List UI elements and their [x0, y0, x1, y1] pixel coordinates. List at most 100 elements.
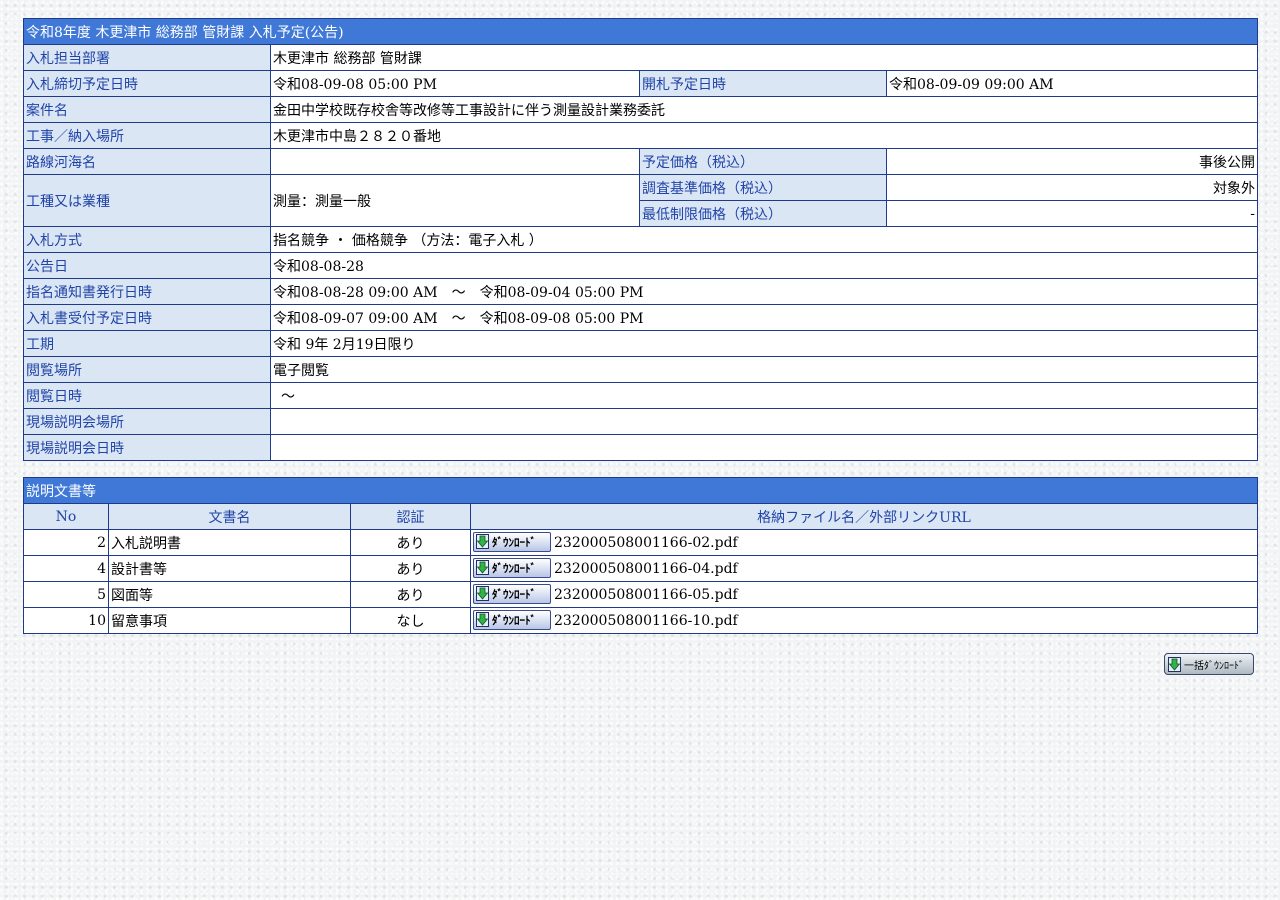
label-route: 路線河海名 [23, 148, 271, 175]
download-arrow-icon [476, 586, 489, 601]
document-file-name: 232000508001166-05.pdf [554, 586, 738, 603]
download-arrow-icon [476, 534, 489, 549]
value-designation: 令和08-08-28 09:00 AM ～ 令和08-09-04 05:00 P… [269, 278, 1259, 305]
value-receipt: 令和08-09-07 09:00 AM ～ 令和08-09-08 05:00 P… [269, 304, 1259, 331]
row-notice-date: 公告日 令和08-08-28 [23, 252, 1259, 279]
value-viewing-time: ～ [269, 382, 1259, 409]
label-dept: 入札担当部署 [23, 44, 271, 71]
document-file-cell: ﾀﾞｳﾝﾛｰﾄﾞ 232000508001166-05.pdf [470, 581, 1258, 608]
header-auth: 認証 [350, 503, 471, 530]
document-row: 5 図面等 あり ﾀﾞｳﾝﾛｰﾄﾞ 232000508001166-05.pdf [23, 581, 1258, 608]
label-viewing-time: 閲覧日時 [23, 382, 271, 409]
document-file-name: 232000508001166-10.pdf [554, 612, 738, 629]
value-briefing-place [269, 408, 1259, 435]
document-name: 入札説明書 [108, 529, 351, 556]
value-notice-date: 令和08-08-28 [269, 252, 1259, 279]
download-arrow-icon [1168, 656, 1181, 672]
label-briefing-time: 現場説明会日時 [23, 434, 271, 461]
row-briefing-place: 現場説明会場所 [23, 408, 1259, 435]
value-route [270, 148, 640, 175]
document-auth: なし [350, 607, 471, 634]
documents-header-row: No 文書名 認証 格納ファイル名／外部リンクURL [23, 503, 1258, 530]
value-briefing-time [269, 434, 1259, 461]
document-file-cell: ﾀﾞｳﾝﾛｰﾄﾞ 232000508001166-10.pdf [470, 607, 1258, 634]
documents-table: 説明文書等 No 文書名 認証 格納ファイル名／外部リンクURL 2 入札説明書… [23, 477, 1258, 634]
announcement-table: 令和8年度 木更津市 総務部 管財課 入札予定(公告) 入札担当部署 木更津市 … [22, 18, 1259, 461]
download-button-label: ﾀﾞｳﾝﾛｰﾄﾞ [492, 561, 536, 575]
download-button[interactable]: ﾀﾞｳﾝﾛｰﾄﾞ [473, 557, 551, 578]
row-dept: 入札担当部署 木更津市 総務部 管財課 [23, 44, 1259, 71]
value-opening: 令和08-09-09 09:00 AM [885, 70, 1259, 97]
document-auth: あり [350, 529, 471, 556]
document-no: 5 [23, 581, 109, 608]
header-name: 文書名 [108, 503, 351, 530]
document-name: 図面等 [108, 581, 351, 608]
document-no: 10 [23, 607, 109, 634]
document-file-cell: ﾀﾞｳﾝﾛｰﾄﾞ 232000508001166-04.pdf [470, 555, 1258, 582]
label-receipt: 入札書受付予定日時 [23, 304, 271, 331]
row-deadline: 入札締切予定日時 令和08-09-08 05:00 PM 開札予定日時 令和08… [23, 70, 1259, 97]
value-period: 令和 9年 2月19日限り [269, 330, 1259, 357]
document-row: 10 留意事項 なし ﾀﾞｳﾝﾛｰﾄﾞ 232000508001166-10.p… [23, 607, 1258, 634]
download-button-label: ﾀﾞｳﾝﾛｰﾄﾞ [492, 587, 536, 601]
row-viewing-place: 閲覧場所 電子閲覧 [23, 356, 1259, 383]
label-viewing-place: 閲覧場所 [23, 356, 271, 383]
download-button[interactable]: ﾀﾞｳﾝﾛｰﾄﾞ [473, 531, 551, 552]
label-category: 工種又は業種 [23, 174, 271, 227]
row-viewing-time: 閲覧日時 ～ [23, 382, 1259, 409]
download-arrow-icon [476, 612, 489, 627]
document-name: 設計書等 [108, 555, 351, 582]
label-planned-price: 予定価格（税込） [639, 148, 887, 175]
row-route: 路線河海名 予定価格（税込） 事後公開 [23, 148, 1259, 175]
download-button-label: ﾀﾞｳﾝﾛｰﾄﾞ [492, 535, 536, 549]
document-auth: あり [350, 555, 471, 582]
page-container: 令和8年度 木更津市 総務部 管財課 入札予定(公告) 入札担当部署 木更津市 … [22, 18, 1259, 634]
value-method: 指名競争 ・ 価格競争 （方法：電子入札 ） [269, 226, 1259, 253]
row-designation: 指名通知書発行日時 令和08-08-28 09:00 AM ～ 令和08-09-… [23, 278, 1259, 305]
value-survey-price: 対象外 [885, 174, 1259, 201]
document-file-name: 232000508001166-04.pdf [554, 560, 738, 577]
download-button[interactable]: ﾀﾞｳﾝﾛｰﾄﾞ [473, 609, 551, 630]
label-project: 案件名 [23, 96, 271, 123]
row-receipt: 入札書受付予定日時 令和08-09-07 09:00 AM ～ 令和08-09-… [23, 304, 1259, 331]
header-file: 格納ファイル名／外部リンクURL [470, 503, 1258, 530]
row-briefing-time: 現場説明会日時 [23, 434, 1259, 461]
label-min-price: 最低制限価格（税込） [639, 200, 887, 227]
label-survey-price: 調査基準価格（税込） [639, 174, 887, 201]
document-no: 4 [23, 555, 109, 582]
bulk-download-area: 一括ﾀﾞｳﾝﾛｰﾄﾞ [1164, 653, 1254, 676]
bulk-download-button[interactable]: 一括ﾀﾞｳﾝﾛｰﾄﾞ [1164, 653, 1254, 675]
announcement-title-row: 令和8年度 木更津市 総務部 管財課 入札予定(公告) [22, 18, 1259, 45]
value-location: 木更津市中島２８２０番地 [269, 122, 1259, 149]
document-auth: あり [350, 581, 471, 608]
value-planned-price: 事後公開 [885, 148, 1259, 175]
value-viewing-place: 電子閲覧 [269, 356, 1259, 383]
label-period: 工期 [23, 330, 271, 357]
label-deadline: 入札締切予定日時 [23, 70, 271, 97]
value-deadline: 令和08-09-08 05:00 PM [270, 70, 640, 97]
value-category: 測量：測量一般 [270, 174, 640, 227]
label-method: 入札方式 [23, 226, 271, 253]
row-location: 工事／納入場所 木更津市中島２８２０番地 [23, 122, 1259, 149]
value-project: 金田中学校既存校舎等改修等工事設計に伴う測量設計業務委託 [269, 96, 1259, 123]
label-briefing-place: 現場説明会場所 [23, 408, 271, 435]
download-arrow-icon [476, 560, 489, 575]
documents-title: 説明文書等 [23, 477, 1258, 504]
download-button-label: ﾀﾞｳﾝﾛｰﾄﾞ [492, 613, 536, 627]
value-min-price: - [885, 200, 1259, 227]
label-notice-date: 公告日 [23, 252, 271, 279]
row-period: 工期 令和 9年 2月19日限り [23, 330, 1259, 357]
document-row: 2 入札説明書 あり ﾀﾞｳﾝﾛｰﾄﾞ 232000508001166-02.p… [23, 529, 1258, 556]
label-designation: 指名通知書発行日時 [23, 278, 271, 305]
row-method: 入札方式 指名競争 ・ 価格競争 （方法：電子入札 ） [23, 226, 1259, 253]
document-name: 留意事項 [108, 607, 351, 634]
row-project: 案件名 金田中学校既存校舎等改修等工事設計に伴う測量設計業務委託 [23, 96, 1259, 123]
announcement-title: 令和8年度 木更津市 総務部 管財課 入札予定(公告) [22, 18, 1259, 45]
label-location: 工事／納入場所 [23, 122, 271, 149]
label-opening: 開札予定日時 [639, 70, 887, 97]
value-dept: 木更津市 総務部 管財課 [269, 44, 1259, 71]
download-button[interactable]: ﾀﾞｳﾝﾛｰﾄﾞ [473, 583, 551, 604]
row-category: 工種又は業種 測量：測量一般 調査基準価格（税込） 対象外 [23, 174, 1259, 227]
header-no: No [23, 503, 109, 530]
